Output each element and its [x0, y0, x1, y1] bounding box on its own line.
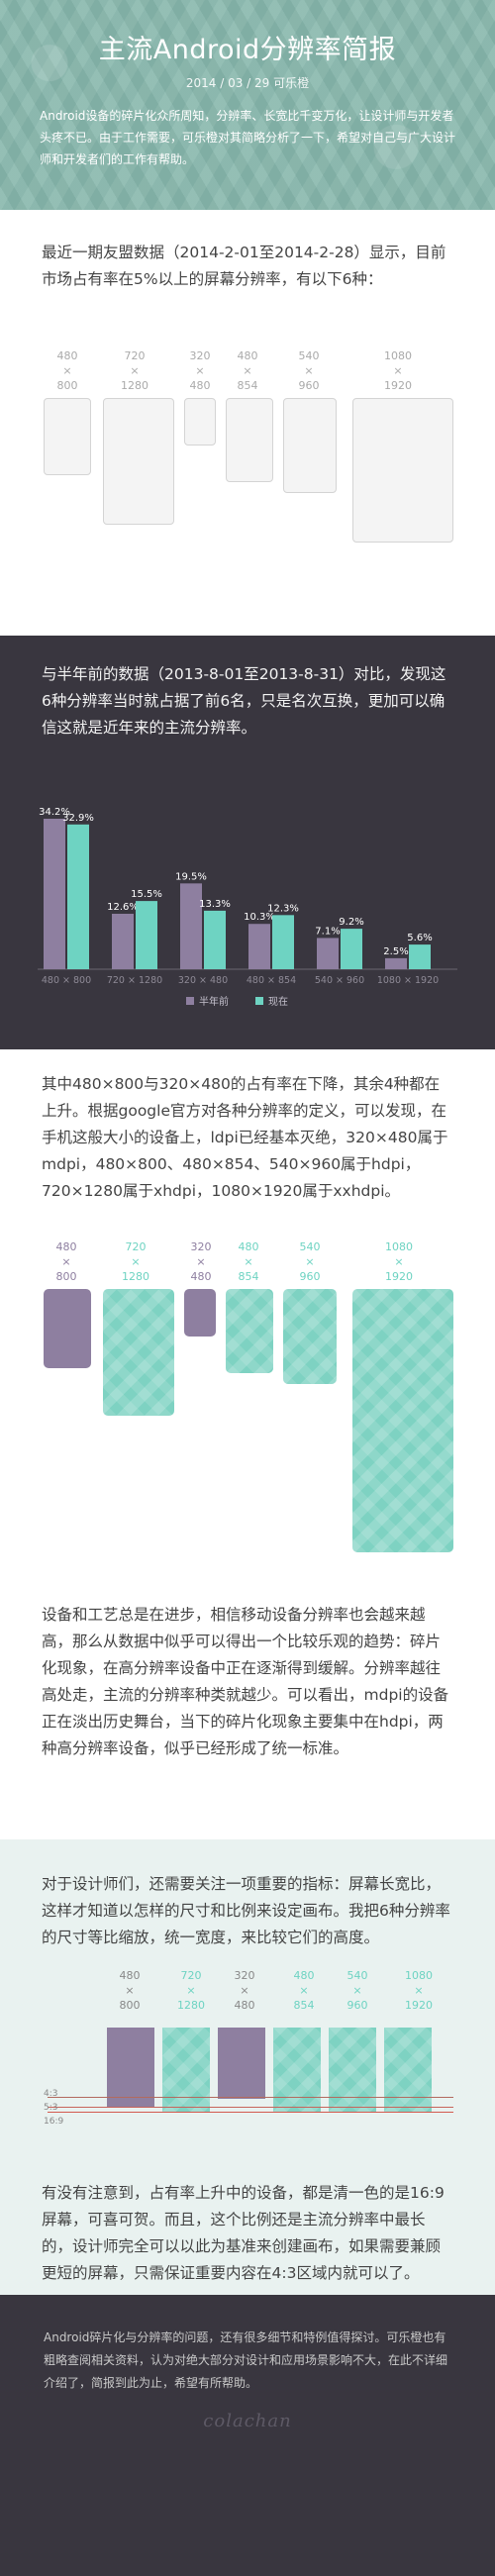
aspect-ratio-section: 对于设计师们，还需要关注一项重要的指标：屏幕长宽比，这样才知道以怎样的尺寸和比例…: [0, 1839, 495, 2295]
phone-outline-320x480: [184, 398, 216, 446]
trend-block-540x960: [283, 1289, 337, 1384]
bar-before: [248, 924, 270, 969]
ratio-visual: 480 × 800 720 × 1280 320 × 480 480 × 854 540 × 960…: [0, 1968, 495, 2166]
bar-now: [341, 929, 362, 969]
ratio-label: 540 × 960: [346, 1969, 368, 2012]
phone-outline-1080x1920: [352, 398, 453, 543]
author-signature: colachan: [203, 2411, 292, 2431]
trend-block-1080x1920: [352, 1289, 453, 1552]
ratio-block-540x960: [329, 2028, 376, 2112]
bar-now: [67, 824, 89, 969]
resolution-label: 480 × 854: [237, 349, 258, 392]
bar-value-label: 9.2%: [339, 917, 363, 928]
category-tick-label: 480 × 800: [42, 975, 91, 986]
current-data-text: 最近一期友盟数据（2014-2-01至2014-2-28）显示，目前市场占有率在…: [42, 244, 446, 288]
trend-label: 320 × 480: [190, 1240, 212, 1283]
category-tick-label: 540 × 960: [315, 975, 364, 986]
trend-label: 480 × 854: [238, 1240, 259, 1283]
bar-now: [409, 944, 431, 969]
trend-section: 其中480×800与320×480的占有率在下降，其余4种都在上升。根据goog…: [0, 1049, 495, 1594]
bar-chart: 34.2%32.9%480 × 80012.6%15.5%720 × 12801…: [38, 807, 457, 1008]
ratio-label: 480 × 854: [293, 1969, 315, 2012]
trend-label: 720 × 1280: [122, 1240, 149, 1283]
trend-text: 其中480×800与320×480的占有率在下降，其余4种都在上升。根据goog…: [42, 1075, 448, 1200]
bar-value-label: 5.6%: [407, 933, 432, 943]
category-tick-label: 480 × 854: [247, 975, 296, 986]
ratio-tag-5-3: 5:3: [44, 2103, 58, 2113]
resolution-label: 320 × 480: [189, 349, 211, 392]
bar-value-label: 7.1%: [315, 926, 340, 937]
ratio-block-480x854: [273, 2028, 321, 2112]
bar-now: [272, 915, 294, 969]
phone-outline-720x1280: [103, 398, 174, 525]
ratio-block-320x480: [218, 2028, 265, 2099]
resolution-label: 480 × 800: [56, 349, 78, 392]
bar-value-label: 13.3%: [199, 899, 231, 910]
bar-before: [180, 883, 202, 969]
header-banner: 主流Android分辨率简报 2014 / 03 / 29 可乐橙 Androi…: [0, 0, 495, 210]
page-title: 主流Android分辨率简报: [98, 35, 397, 65]
bar-value-label: 2.5%: [383, 946, 408, 957]
phone-outline-540x960: [283, 398, 337, 493]
bar-value-label: 12.6%: [107, 902, 139, 913]
legend-swatch-before: [186, 997, 194, 1005]
trend-block-480x854: [226, 1289, 273, 1373]
bar-value-label: 15.5%: [131, 889, 162, 900]
category-tick-label: 720 × 1280: [107, 975, 162, 986]
trend-block-720x1280: [103, 1289, 174, 1416]
ratio-label: 1080 × 1920: [405, 1969, 433, 2012]
ratio-conclusion-text: 有没有注意到，占有率上升中的设备，都是清一色的是16:9屏幕，可喜可贺。而且，这…: [42, 2184, 445, 2282]
bar-now: [204, 910, 226, 969]
ratio-line-4-3: [48, 2097, 453, 2098]
phone-outline-480x800: [44, 398, 91, 475]
post-meta: 2014 / 03 / 29 可乐橙: [185, 76, 310, 90]
resolution-outline-row: 480 × 800 720 × 1280 320 × 480 480 × 854 540 × 960…: [0, 348, 495, 546]
bar-value-label: 12.3%: [267, 903, 299, 914]
progress-section: 设备和工艺总是在进步，相信移动设备分辨率也会越来越高，那么从数据中似乎可以得出一…: [0, 1594, 495, 1839]
intro-text: Android设备的碎片化众所周知，分辨率、长宽比千变万化，让设计师与开发者头疼…: [40, 109, 456, 166]
ratio-block-480x800: [107, 2028, 154, 2107]
trend-label: 540 × 960: [299, 1240, 321, 1283]
footer-text: Android碎片化与分辨率的问题，还有很多细节和特例值得探讨。可乐橙也有粗略查…: [44, 2330, 448, 2390]
ratio-block-720x1280: [162, 2028, 210, 2112]
resolution-label: 540 × 960: [298, 349, 320, 392]
ratio-line-16-9: [48, 2112, 453, 2113]
bar-now: [136, 901, 157, 969]
bar-value-label: 32.9%: [62, 813, 94, 824]
trend-visual: 480 × 800 720 × 1280 320 × 480 480 × 854 540 × 960…: [0, 1239, 495, 1566]
phone-outline-480x854: [226, 398, 273, 482]
ratio-line-5-3: [48, 2107, 453, 2108]
bar-before: [44, 819, 65, 969]
compare-section: 与半年前的数据（2013-8-01至2013-8-31）对比，发现这6种分辨率当…: [0, 636, 495, 1049]
resolution-label: 1080 × 1920: [384, 349, 412, 392]
current-data-section: 最近一期友盟数据（2014-2-01至2014-2-28）显示，目前市场占有率在…: [0, 210, 495, 636]
trend-label: 1080 × 1920: [385, 1240, 413, 1283]
footer: Android碎片化与分辨率的问题，还有很多细节和特例值得探讨。可乐橙也有粗略查…: [0, 2295, 495, 2576]
ratio-label: 480 × 800: [119, 1969, 141, 2012]
ratio-tag-16-9: 16:9: [44, 2117, 64, 2127]
progress-text: 设备和工艺总是在进步，相信移动设备分辨率也会越来越高，那么从数据中似乎可以得出一…: [42, 1606, 449, 1757]
bar-value-label: 19.5%: [175, 871, 207, 882]
trend-block-480x800: [44, 1289, 91, 1368]
resolution-label: 720 × 1280: [121, 349, 148, 392]
legend-swatch-now: [255, 997, 263, 1005]
bar-before: [112, 914, 134, 969]
legend-label-now: 现在: [268, 996, 288, 1008]
trend-label: 480 × 800: [55, 1240, 77, 1283]
bar-before: [317, 938, 339, 969]
category-tick-label: 1080 × 1920: [377, 975, 439, 986]
ratio-label: 720 × 1280: [177, 1969, 205, 2012]
compare-text: 与半年前的数据（2013-8-01至2013-8-31）对比，发现这6种分辨率当…: [42, 665, 446, 737]
category-tick-label: 320 × 480: [178, 975, 228, 986]
trend-block-320x480: [184, 1289, 216, 1337]
legend-label-before: 半年前: [199, 995, 229, 1008]
ratio-block-1080x1920: [384, 2028, 432, 2112]
ratio-text: 对于设计师们，还需要关注一项重要的指标：屏幕长宽比，这样才知道以怎样的尺寸和比例…: [42, 1875, 450, 1946]
ratio-tag-4-3: 4:3: [44, 2089, 58, 2099]
bar-before: [385, 957, 407, 969]
ratio-label: 320 × 480: [234, 1969, 255, 2012]
